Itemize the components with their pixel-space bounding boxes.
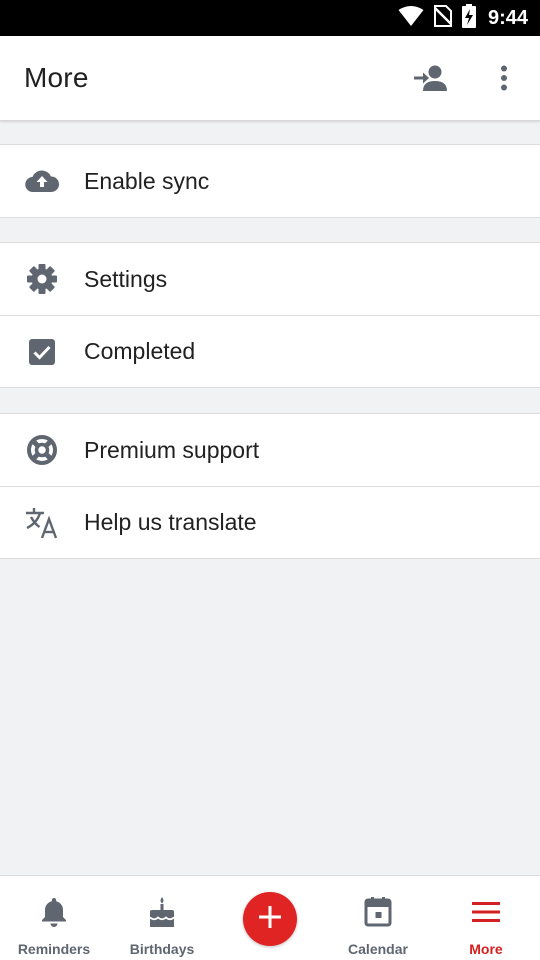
clock: 9:44 [487,6,528,29]
plus-icon [259,905,281,933]
enable-sync-item[interactable]: Enable sync [0,145,540,217]
menu-group-support: Premium support Help us translate [0,413,540,559]
account-button[interactable] [409,58,453,102]
nav-reminders[interactable]: Reminders [0,876,108,960]
enable-sync-label: Enable sync [84,167,210,194]
more-vert-icon [500,65,508,96]
help-translate-item[interactable]: Help us translate [0,486,540,558]
nav-reminders-label: Reminders [17,941,91,957]
nav-more[interactable]: More [432,876,540,960]
nav-more-label: More [469,941,503,957]
nav-calendar[interactable]: Calendar [324,876,432,960]
overflow-menu-button[interactable] [482,58,526,102]
settings-item[interactable]: Settings [0,243,540,315]
translate-icon [24,505,60,541]
menu-group-general: Settings Completed [0,242,540,388]
bottom-navigation: Reminders Birthdays Calendar More [0,875,540,960]
no-sim-icon [433,4,453,32]
account-switch-icon [414,64,448,97]
status-icons: 9:44 [398,0,528,36]
cloud-upload-icon [24,163,60,199]
completed-item[interactable]: Completed [0,315,540,387]
menu-icon [466,892,506,932]
settings-label: Settings [84,265,168,292]
bell-icon [34,892,74,932]
wifi-icon [398,5,424,32]
lifebuoy-icon [24,432,60,468]
menu-group-sync: Enable sync [0,144,540,218]
gear-icon [24,261,60,297]
app-bar: More [0,36,540,121]
status-bar: 9:44 [0,0,540,36]
nav-birthdays[interactable]: Birthdays [108,876,216,960]
nav-calendar-label: Calendar [348,941,408,957]
help-translate-label: Help us translate [84,509,257,535]
premium-support-item[interactable]: Premium support [0,414,540,486]
completed-label: Completed [84,338,196,364]
calendar-icon [358,892,398,932]
add-button[interactable] [243,892,297,946]
checkbox-icon [24,334,60,370]
page-title: More [24,62,89,93]
cake-icon [142,892,182,932]
nav-birthdays-label: Birthdays [129,941,195,957]
premium-support-label: Premium support [84,436,260,463]
battery-charging-icon [461,3,476,33]
